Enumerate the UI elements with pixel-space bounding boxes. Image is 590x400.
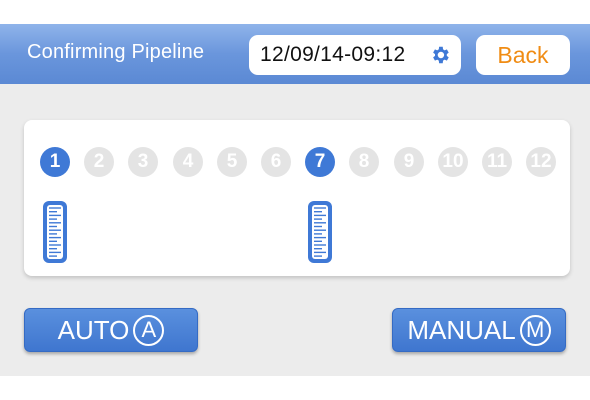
pipeline-number-8[interactable]: 8: [349, 147, 379, 177]
header-bar: Confirming Pipeline 12/09/14-09:12 Back: [0, 24, 590, 84]
pipeline-number-5[interactable]: 5: [217, 147, 247, 177]
pipeline-number-10[interactable]: 10: [438, 147, 468, 177]
pipeline-number-1[interactable]: 1: [40, 147, 70, 177]
pipeline-gauge-7: [308, 201, 332, 263]
pipeline-number-9[interactable]: 9: [394, 147, 424, 177]
datetime-text: 12/09/14-09:12: [260, 43, 406, 66]
auto-button[interactable]: AUTO A: [24, 308, 198, 352]
auto-letter-icon: A: [133, 314, 165, 346]
pipeline-number-6[interactable]: 6: [261, 147, 291, 177]
manual-button[interactable]: MANUAL M: [392, 308, 566, 352]
manual-letter-icon: M: [519, 314, 551, 346]
pipeline-panel: 1 2 3 4 5 6 7 8 9 10 11 12: [24, 120, 570, 276]
pipeline-gauge-1: [43, 201, 67, 263]
pipeline-number-4[interactable]: 4: [173, 147, 203, 177]
gear-icon[interactable]: [429, 44, 451, 66]
screen: Confirming Pipeline 12/09/14-09:12 Back …: [0, 24, 590, 376]
pipeline-number-7[interactable]: 7: [305, 147, 335, 177]
page-title: Confirming Pipeline: [27, 41, 205, 63]
manual-label: MANUAL: [407, 314, 516, 345]
pipeline-number-3[interactable]: 3: [128, 147, 158, 177]
pipeline-number-11[interactable]: 11: [482, 147, 512, 177]
pipeline-number-2[interactable]: 2: [84, 147, 114, 177]
auto-label: AUTO: [57, 314, 130, 345]
datetime-field[interactable]: 12/09/14-09:12: [249, 35, 461, 75]
pipeline-number-12[interactable]: 12: [526, 147, 556, 177]
back-button[interactable]: Back: [476, 35, 570, 75]
